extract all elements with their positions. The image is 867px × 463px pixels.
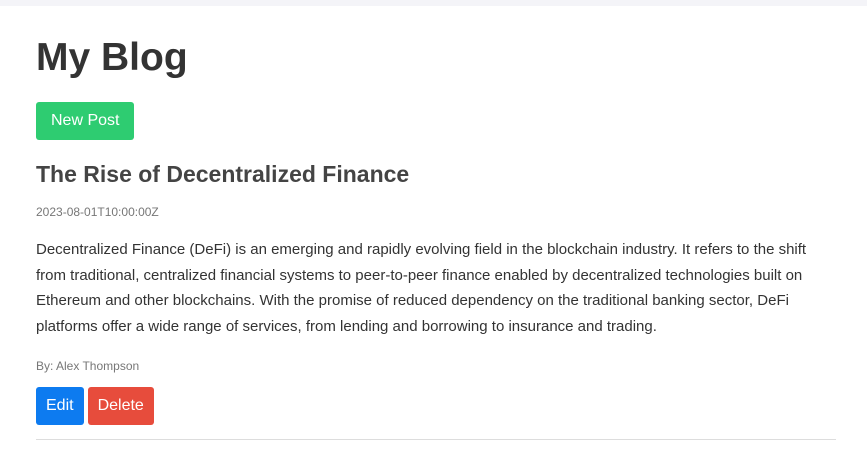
post-title: The Rise of Decentralized Finance [36,161,410,187]
blog-page: My Blog New Post The Rise of Decentraliz… [0,6,867,463]
post-body: Decentralized Finance (DeFi) is an emerg… [36,241,807,335]
delete-button[interactable]: Delete [87,387,154,425]
edit-button[interactable]: Edit [36,387,84,425]
post-item: The Rise of Decentralized Finance 2023-0… [36,160,836,440]
post-actions: Edit Delete [36,387,836,425]
new-post-button[interactable]: New Post [36,102,135,140]
page-title: My Blog [36,36,188,79]
post-author: By: Alex Thompson [36,359,140,373]
post-date: 2023-08-01T10:00:00Z [36,205,159,219]
